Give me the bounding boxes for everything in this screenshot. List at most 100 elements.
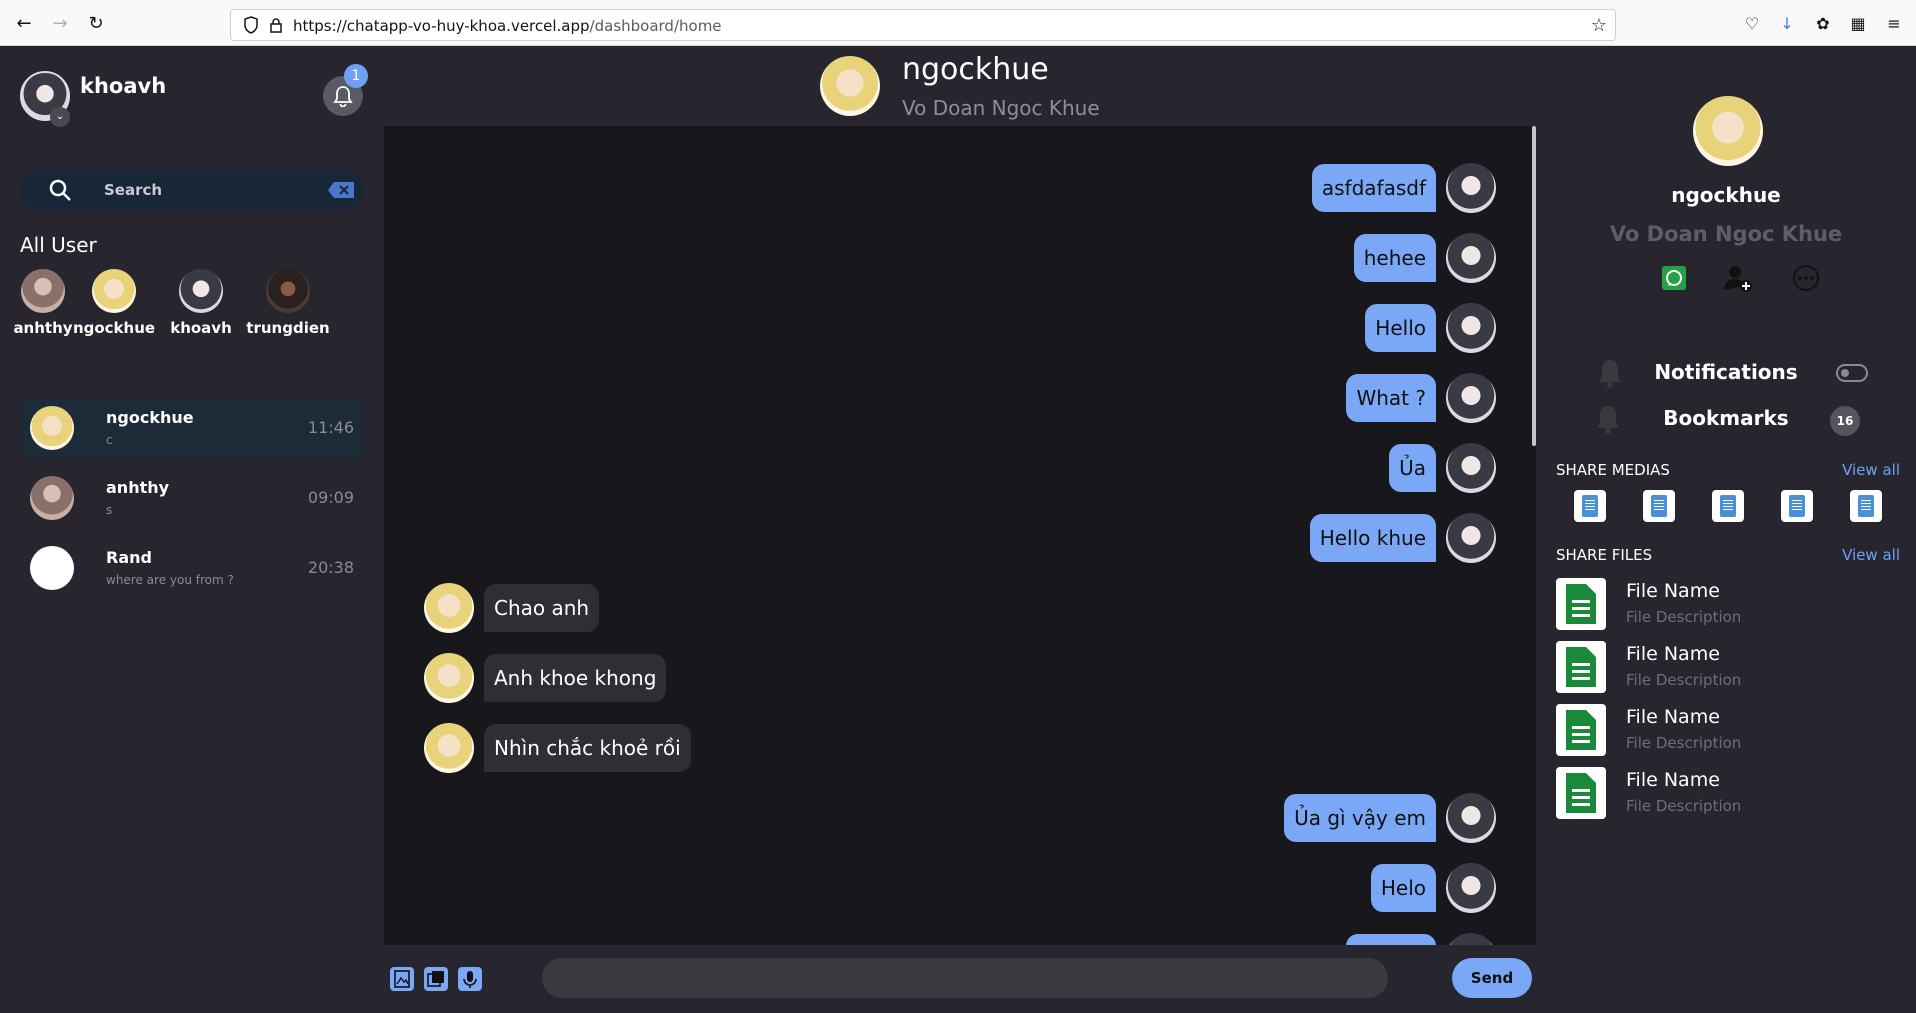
search-input[interactable]	[104, 178, 304, 202]
forward-icon[interactable]: →	[50, 14, 70, 34]
pocket-icon[interactable]: ♡	[1742, 14, 1762, 34]
reload-icon[interactable]: ↻	[86, 14, 106, 34]
document-icon[interactable]	[1850, 490, 1882, 522]
message-bubble: hehee	[1353, 234, 1436, 282]
message-bubble: asfdafasdf	[1311, 164, 1436, 212]
clear-search-icon[interactable]	[328, 182, 354, 198]
message-input[interactable]	[542, 958, 1388, 998]
conversation-name: ngockhue	[106, 408, 194, 427]
all-users-heading: All User	[20, 233, 97, 257]
profile-avatar	[1693, 96, 1763, 166]
all-users-list: anhthy ngockhue khoavh trungdien	[13, 269, 370, 339]
message-list[interactable]: asfdafasdf hehee Hello What ? Ủa Hello k…	[384, 126, 1536, 945]
file-name: File Name	[1626, 706, 1720, 728]
avatar	[21, 269, 65, 313]
share-medias-heading: SHARE MEDIAS	[1556, 461, 1670, 479]
avatar	[1446, 163, 1496, 213]
file-name: File Name	[1626, 769, 1720, 791]
add-friend-icon[interactable]	[1722, 262, 1754, 294]
microphone-icon[interactable]	[458, 967, 482, 991]
profile-actions	[1656, 262, 1819, 294]
file-icon	[1556, 641, 1606, 693]
bookmark-star-icon[interactable]: ☆	[1591, 15, 1607, 36]
message-incoming: Chao anh	[424, 582, 824, 634]
avatar	[424, 653, 474, 703]
view-all-files-link[interactable]: View all	[1842, 546, 1900, 564]
more-options-icon[interactable]	[1790, 262, 1822, 294]
user-name: khoavh	[170, 319, 232, 337]
profile-username: ngockhue	[1671, 183, 1781, 207]
conversation-name: Rand	[106, 548, 152, 567]
menu-icon[interactable]: ≡	[1884, 14, 1904, 34]
file-icon	[1556, 704, 1606, 756]
chevron-down-icon[interactable]: ⌄	[50, 107, 70, 127]
message-incoming: Anh khoe khong	[424, 652, 824, 704]
gallery-attach-icon[interactable]	[424, 967, 448, 991]
chat-partner-fullname: Vo Doan Ngoc Khue	[902, 96, 1100, 120]
notification-count-badge: 1	[344, 64, 368, 88]
avatar	[424, 723, 474, 773]
file-description: File Description	[1626, 671, 1742, 689]
message-outgoing: Ủa	[1296, 442, 1496, 494]
whatsapp-icon[interactable]	[1658, 262, 1690, 294]
message-outgoing: Hello	[1296, 302, 1496, 354]
message-outgoing: Helo	[1296, 862, 1496, 914]
search-icon	[49, 179, 71, 201]
message-outgoing: Hello khue	[1296, 512, 1496, 564]
back-icon[interactable]: ←	[14, 14, 34, 34]
address-bar[interactable]: https://chatapp-vo-huy-khoa.vercel.app/d…	[230, 9, 1616, 41]
bookmarks-row[interactable]: Bookmarks 16	[1536, 398, 1916, 438]
document-icon[interactable]	[1781, 490, 1813, 522]
avatar	[1446, 513, 1496, 563]
document-icon[interactable]	[1643, 490, 1675, 522]
file-icon	[1556, 767, 1606, 819]
bookmarks-count-badge: 16	[1830, 406, 1860, 436]
message-bubble	[1346, 934, 1436, 945]
browser-toolbar: ← → ↻ https://chatapp-vo-huy-khoa.vercel…	[0, 0, 1916, 46]
conversation-time: 11:46	[307, 418, 354, 437]
message-bubble: Chao anh	[484, 584, 600, 632]
message-bubble: Ủa	[1389, 444, 1436, 492]
extension-icon[interactable]: ✿	[1813, 14, 1833, 34]
conversation-preview: c	[106, 433, 113, 447]
avatar	[1446, 233, 1496, 283]
shield-icon	[244, 16, 258, 34]
shared-file-item[interactable]: File Name File Description	[1556, 704, 1896, 756]
puzzle-icon[interactable]: ▦	[1848, 14, 1868, 34]
profile-fullname: Vo Doan Ngoc Khue	[1609, 222, 1843, 246]
message-outgoing: Ủa gì vậy em	[1196, 792, 1496, 844]
document-icon[interactable]	[1574, 490, 1606, 522]
download-icon[interactable]: ↓	[1777, 14, 1797, 34]
conversation-item[interactable]: ngockhue c 11:46	[20, 398, 364, 458]
notifications-toggle[interactable]	[1836, 364, 1868, 382]
user-name: trungdien	[246, 319, 330, 337]
message-composer: Send	[384, 945, 1536, 1013]
shared-file-item[interactable]: File Name File Description	[1556, 578, 1896, 630]
all-user-item[interactable]: trungdien	[243, 269, 333, 337]
avatar	[266, 269, 310, 313]
message-incoming: Nhìn chắc khoẻ rồi	[424, 722, 824, 774]
all-user-item[interactable]: ngockhue	[69, 269, 159, 337]
avatar	[1446, 303, 1496, 353]
image-attach-icon[interactable]	[390, 967, 414, 991]
conversation-item[interactable]: Rand where are you from ? 20:38	[20, 538, 364, 598]
message-bubble: Anh khoe khong	[484, 654, 667, 702]
conversation-preview: s	[106, 503, 113, 517]
message-outgoing: What ?	[1296, 372, 1496, 424]
avatar	[1446, 933, 1496, 945]
chat-partner-avatar[interactable]	[820, 56, 880, 116]
share-files-heading: SHARE FILES	[1556, 546, 1653, 564]
conversation-preview: where are you from ?	[106, 573, 234, 587]
message-bubble: Helo	[1370, 864, 1436, 912]
view-all-medias-link[interactable]: View all	[1842, 461, 1900, 479]
shared-file-item[interactable]: File Name File Description	[1556, 641, 1896, 693]
conversation-item[interactable]: anhthy s 09:09	[20, 468, 364, 528]
chat-partner-username: ngockhue	[902, 52, 1049, 87]
shared-file-item[interactable]: File Name File Description	[1556, 767, 1896, 819]
document-icon[interactable]	[1712, 490, 1744, 522]
all-user-item[interactable]: khoavh	[156, 269, 246, 337]
chat-app: ⌄ khoavh 1 All User anhthy ngockhue khoa…	[0, 46, 1916, 1013]
message-outgoing-partial	[1296, 932, 1496, 945]
message-outgoing: asfdafasdf	[1296, 162, 1496, 214]
send-button[interactable]: Send	[1452, 958, 1532, 998]
